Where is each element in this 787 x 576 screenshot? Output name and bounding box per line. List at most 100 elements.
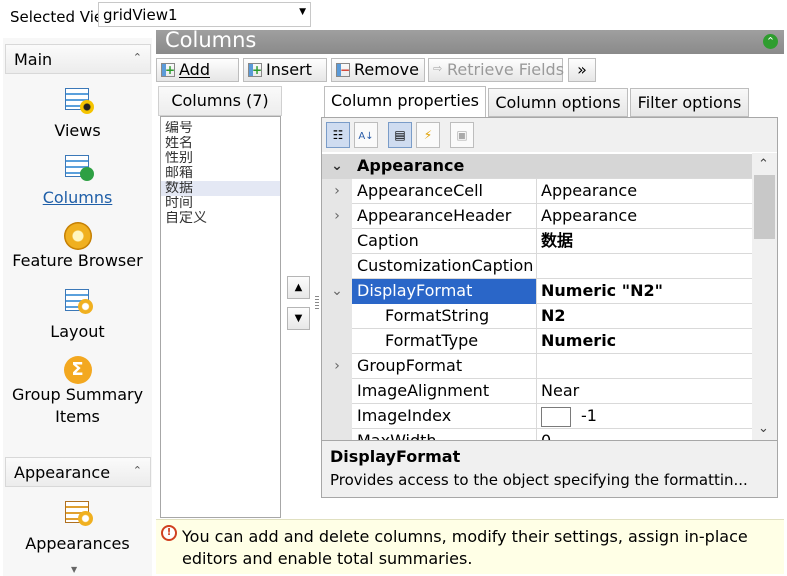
categorized-view-button[interactable]: ☷ [326, 122, 350, 148]
nav-item-layout[interactable]: Layout [3, 289, 152, 343]
property-value[interactable]: -1 [537, 404, 752, 429]
nav-item-columns[interactable]: Columns [3, 155, 152, 209]
property-value[interactable]: Near [537, 379, 752, 404]
list-item[interactable]: 性别 [161, 151, 280, 166]
list-item-selected[interactable]: 数据 [161, 181, 280, 196]
property-value[interactable]: Appearance [537, 204, 752, 229]
columns-list-title: Columns (7) [158, 86, 282, 116]
property-row[interactable]: MaxWidth0 [322, 429, 752, 440]
property-row[interactable]: ⌄ DisplayFormat Numeric "N2" [322, 279, 752, 304]
nav-item-appearances[interactable]: Appearances [3, 501, 152, 555]
property-name: CustomizationCaption [352, 254, 537, 279]
properties-view-button[interactable]: ▤ [388, 122, 412, 148]
toolbar-overflow-button[interactable]: » [568, 58, 596, 82]
collapse-icon[interactable]: ⌄ [322, 279, 352, 304]
toolbar-overflow-label: » [577, 60, 587, 79]
property-value[interactable] [537, 254, 752, 279]
move-up-button[interactable]: ▲ [287, 276, 310, 299]
columns-list[interactable]: 编号 姓名 性别 邮箱 数据 时间 自定义 [160, 116, 281, 518]
chevron-up-icon: ⌃ [132, 464, 142, 477]
events-view-button[interactable]: ⚡ [416, 122, 440, 148]
tab-column-options[interactable]: Column options [488, 88, 628, 117]
alphabetical-sort-button[interactable]: A↓ [354, 122, 378, 148]
list-item[interactable]: 邮箱 [161, 166, 280, 181]
property-row[interactable]: ImageIndex -1 [322, 404, 752, 429]
property-row[interactable]: Caption 数据 [322, 229, 752, 254]
property-value-text: -1 [581, 406, 597, 425]
property-grid[interactable]: ⌄ Appearance › AppearanceCell Appearance › App… [322, 153, 752, 440]
property-value[interactable]: Numeric [537, 329, 752, 354]
property-value[interactable]: 0 [537, 429, 752, 440]
row-gutter [322, 379, 352, 404]
property-row[interactable]: › AppearanceHeader Appearance [322, 204, 752, 229]
tab-filter-options[interactable]: Filter options [630, 88, 749, 117]
categorized-icon: ☷ [332, 128, 344, 142]
description-text: Provides access to the object specifying… [330, 471, 748, 489]
property-name: GroupFormat [352, 354, 537, 379]
chevron-up-icon: ▲ [294, 282, 303, 293]
properties-icon: ▤ [394, 128, 406, 142]
property-name: ImageAlignment [352, 379, 537, 404]
list-item[interactable]: 姓名 [161, 136, 280, 151]
property-pages-icon: ▣ [456, 128, 468, 142]
sort-az-icon: A↓ [358, 131, 374, 142]
tab-label: Column options [495, 93, 621, 112]
property-grid-toolbar: ☷ A↓ ▤ ⚡ ▣ [322, 118, 777, 152]
selected-view-label: Selected View [10, 8, 102, 26]
property-row[interactable]: FormatString N2 [322, 304, 752, 329]
info-icon: ! [161, 525, 177, 541]
chevron-up-icon[interactable]: ⌃ [758, 157, 769, 172]
nav-item-label: Appearances [25, 534, 130, 553]
splitter-handle[interactable] [315, 296, 319, 310]
selected-view-combo[interactable]: gridView1 ▼ [98, 2, 311, 27]
nav-group-appearance[interactable]: Appearance ⌃ [5, 457, 151, 487]
add-button[interactable]: + Add [156, 58, 239, 82]
retrieve-fields-button[interactable]: ⇨ Retrieve Fields [428, 58, 564, 82]
expand-icon[interactable]: › [322, 354, 352, 379]
nav-item-feature-browser[interactable]: Feature Browser [3, 222, 152, 272]
scrollbar-thumb[interactable] [754, 175, 775, 239]
list-item[interactable]: 自定义 [161, 211, 280, 226]
chevron-down-icon: ▼ [299, 7, 306, 17]
nav-item-group-summary-items[interactable]: Σ Group Summary Items [3, 356, 152, 428]
remove-button[interactable]: − Remove [331, 58, 425, 82]
property-category-row[interactable]: ⌄ Appearance [322, 154, 752, 179]
nav-item-views[interactable]: Views [3, 88, 152, 142]
nav-item-label: Views [54, 121, 101, 140]
property-grid-scrollbar[interactable]: ⌃ ⌄ [752, 153, 777, 440]
property-row[interactable]: ImageAlignment Near [322, 379, 752, 404]
insert-column-icon: + [248, 63, 262, 77]
insert-button[interactable]: + Insert [243, 58, 327, 82]
row-gutter [322, 254, 352, 279]
page-header: Columns ⌃ [156, 28, 784, 54]
property-name: AppearanceHeader [352, 204, 537, 229]
property-value[interactable]: Numeric "N2" [537, 279, 752, 304]
chevron-down-icon[interactable]: ⌄ [758, 421, 769, 436]
list-item[interactable]: 时间 [161, 196, 280, 211]
expand-icon[interactable]: › [322, 179, 352, 204]
navigation-pane: Main ⌃ Views Columns Feature Browser Lay… [3, 38, 152, 576]
property-row[interactable]: › GroupFormat [322, 354, 752, 379]
collapse-icon[interactable]: ⌃ [763, 34, 778, 49]
property-row[interactable]: FormatType Numeric [322, 329, 752, 354]
grid-view-icon [62, 88, 94, 120]
property-value[interactable] [537, 354, 752, 379]
property-row[interactable]: CustomizationCaption [322, 254, 752, 279]
hint-text: You can add and delete columns, modify t… [182, 527, 748, 568]
nav-group-main[interactable]: Main ⌃ [5, 44, 151, 74]
expand-icon[interactable]: › [322, 204, 352, 229]
list-item[interactable]: 编号 [161, 121, 280, 136]
property-row[interactable]: › AppearanceCell Appearance [322, 179, 752, 204]
move-down-button[interactable]: ▼ [287, 307, 310, 330]
property-value[interactable]: Appearance [537, 179, 752, 204]
scroll-down-icon[interactable]: ▼ [71, 565, 77, 574]
retrieve-fields-icon: ⇨ [433, 62, 443, 75]
nav-group-title: Appearance [14, 463, 111, 482]
collapse-icon[interactable]: ⌄ [322, 154, 352, 179]
property-pages-button[interactable]: ▣ [450, 122, 474, 148]
tab-column-properties[interactable]: Column properties [324, 86, 486, 118]
property-value[interactable]: N2 [537, 304, 752, 329]
remove-column-icon: − [336, 63, 350, 77]
gear-icon [63, 222, 92, 250]
property-value[interactable]: 数据 [537, 229, 752, 254]
